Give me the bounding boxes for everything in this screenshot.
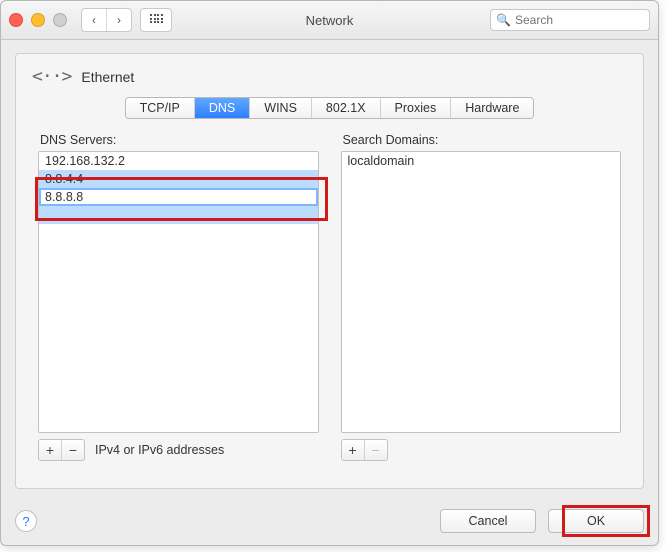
nav-back-forward: ‹ › bbox=[81, 8, 132, 32]
tab-dns[interactable]: DNS bbox=[194, 98, 249, 118]
dns-add-remove: + − bbox=[38, 439, 85, 461]
list-item[interactable]: 8.8.4.4 bbox=[39, 170, 318, 188]
domains-add-remove: + − bbox=[341, 439, 388, 461]
search-domains-label: Search Domains: bbox=[341, 133, 622, 147]
tabset: TCP/IP DNS WINS 802.1X Proxies Hardware bbox=[16, 97, 643, 119]
dns-hint: IPv4 or IPv6 addresses bbox=[95, 443, 224, 457]
search-domains-footer: + − bbox=[341, 439, 622, 461]
dialog-buttons: Cancel OK bbox=[440, 509, 644, 533]
tab-wins[interactable]: WINS bbox=[249, 98, 311, 118]
columns: DNS Servers: 192.168.132.2 8.8.4.4 8.8.8… bbox=[16, 119, 643, 461]
close-icon[interactable] bbox=[9, 13, 23, 27]
tab-proxies[interactable]: Proxies bbox=[380, 98, 451, 118]
titlebar: ‹ › Network 🔍 bbox=[1, 1, 658, 40]
dns-servers-list[interactable]: 192.168.132.2 8.8.4.4 8.8.8.8 bbox=[38, 151, 319, 433]
search-icon: 🔍 bbox=[496, 13, 511, 27]
ethernet-icon: <··> bbox=[32, 66, 71, 87]
list-item[interactable] bbox=[39, 206, 318, 224]
grid-icon bbox=[150, 14, 162, 26]
list-item[interactable]: localdomain bbox=[342, 152, 621, 170]
add-dns-button[interactable]: + bbox=[39, 440, 61, 460]
search-field-wrap: 🔍 bbox=[490, 9, 650, 31]
interface-label: Ethernet bbox=[81, 69, 134, 85]
dns-servers-column: DNS Servers: 192.168.132.2 8.8.4.4 8.8.8… bbox=[38, 133, 319, 461]
minimize-icon[interactable] bbox=[31, 13, 45, 27]
search-domains-list[interactable]: localdomain bbox=[341, 151, 622, 433]
show-all-button[interactable] bbox=[140, 8, 172, 32]
nav-forward-button[interactable]: › bbox=[106, 9, 131, 31]
list-item-editing[interactable]: 8.8.8.8 bbox=[39, 188, 318, 206]
nav-back-button[interactable]: ‹ bbox=[82, 9, 106, 31]
remove-domain-button[interactable]: − bbox=[364, 440, 387, 460]
help-button[interactable]: ? bbox=[15, 510, 37, 532]
search-input[interactable] bbox=[490, 9, 650, 31]
tab-hardware[interactable]: Hardware bbox=[450, 98, 533, 118]
search-domains-column: Search Domains: localdomain + − bbox=[341, 133, 622, 461]
cancel-button[interactable]: Cancel bbox=[440, 509, 536, 533]
window-controls bbox=[9, 13, 67, 27]
settings-panel: <··> Ethernet TCP/IP DNS WINS 802.1X Pro… bbox=[15, 53, 644, 489]
dns-servers-footer: + − IPv4 or IPv6 addresses bbox=[38, 439, 319, 461]
remove-dns-button[interactable]: − bbox=[61, 440, 84, 460]
tab-8021x[interactable]: 802.1X bbox=[311, 98, 380, 118]
bottom-bar: ? Cancel OK bbox=[15, 509, 644, 533]
interface-header: <··> Ethernet bbox=[16, 54, 643, 97]
zoom-icon[interactable] bbox=[53, 13, 67, 27]
ok-button[interactable]: OK bbox=[548, 509, 644, 533]
tabstrip: TCP/IP DNS WINS 802.1X Proxies Hardware bbox=[125, 97, 535, 119]
add-domain-button[interactable]: + bbox=[342, 440, 364, 460]
tab-tcpip[interactable]: TCP/IP bbox=[126, 98, 194, 118]
dns-servers-label: DNS Servers: bbox=[38, 133, 319, 147]
preferences-window: ‹ › Network 🔍 <··> Ethernet TCP/IP DNS bbox=[0, 0, 659, 546]
list-item[interactable]: 192.168.132.2 bbox=[39, 152, 318, 170]
